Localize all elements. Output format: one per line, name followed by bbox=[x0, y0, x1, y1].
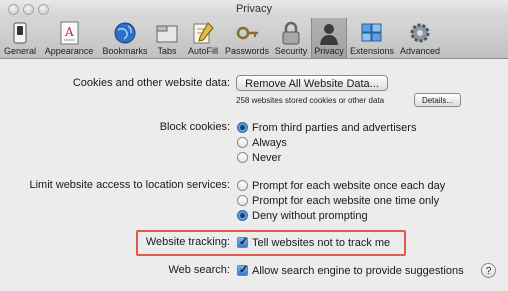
tab-label: Passwords bbox=[224, 46, 269, 56]
stored-cookies-note: 258 websites stored cookies or other dat… bbox=[236, 96, 385, 105]
security-lock-icon bbox=[282, 21, 300, 45]
help-button[interactable]: ? bbox=[481, 263, 496, 278]
tab-advanced[interactable]: Advanced bbox=[397, 18, 443, 58]
appearance-font-icon: A bbox=[60, 21, 79, 45]
tab-label: Bookmarks bbox=[102, 46, 148, 56]
tab-label: Extensions bbox=[349, 46, 395, 56]
title-bar: Privacy bbox=[0, 0, 508, 18]
tab-extensions[interactable]: Extensions bbox=[349, 18, 395, 58]
checkbox-checked[interactable]: ✓ bbox=[237, 264, 249, 276]
checkmark-icon: ✓ bbox=[239, 236, 249, 248]
tab-autofill[interactable]: AutoFill bbox=[184, 18, 222, 58]
block-cookies-label: Block cookies: bbox=[159, 121, 230, 133]
details-button[interactable]: Details... bbox=[414, 93, 461, 107]
option-label: Never bbox=[252, 152, 282, 164]
option-label: Prompt for each website once each day bbox=[252, 180, 446, 192]
option-label: Always bbox=[252, 137, 287, 149]
tab-general[interactable]: General bbox=[2, 18, 38, 58]
privacy-silhouette-icon bbox=[320, 24, 338, 45]
tab-appearance[interactable]: A Appearance bbox=[40, 18, 98, 58]
checkbox-checked[interactable]: ✓ bbox=[237, 236, 249, 248]
tab-label: AutoFill bbox=[187, 46, 218, 56]
bookmarks-globe-icon bbox=[114, 22, 136, 44]
radio-button[interactable] bbox=[237, 137, 248, 148]
tab-label: General bbox=[3, 46, 37, 56]
tab-passwords[interactable]: Passwords bbox=[224, 18, 270, 58]
tab-privacy[interactable]: Privacy bbox=[311, 18, 347, 58]
general-switch-icon bbox=[13, 22, 27, 44]
tab-label: Appearance bbox=[44, 46, 94, 56]
autofill-pencil-icon bbox=[193, 22, 214, 44]
tab-label: Advanced bbox=[399, 46, 441, 56]
tab-bookmarks[interactable]: Bookmarks bbox=[100, 18, 150, 58]
website-tracking-label: Website tracking: bbox=[145, 236, 230, 248]
tabs-icon bbox=[156, 25, 178, 43]
option-label: Tell websites not to track me bbox=[252, 237, 391, 249]
tab-label: Security bbox=[274, 46, 308, 56]
radio-button-selected[interactable] bbox=[237, 210, 248, 221]
remove-all-website-data-button[interactable]: Remove All Website Data... bbox=[236, 75, 388, 91]
tab-label: Tabs bbox=[157, 46, 177, 56]
tab-label: Privacy bbox=[314, 46, 344, 56]
option-label: Allow search engine to provide suggestio… bbox=[252, 265, 464, 277]
option-label: Prompt for each website one time only bbox=[252, 195, 440, 207]
radio-button[interactable] bbox=[237, 180, 248, 191]
cookies-label: Cookies and other website data: bbox=[72, 77, 230, 89]
option-label: From third parties and advertisers bbox=[252, 122, 417, 134]
checkmark-icon: ✓ bbox=[239, 264, 249, 276]
web-search-label: Web search: bbox=[168, 264, 230, 276]
window-title: Privacy bbox=[235, 3, 273, 15]
radio-button[interactable] bbox=[237, 152, 248, 163]
tab-security[interactable]: Security bbox=[272, 18, 310, 58]
radio-button[interactable] bbox=[237, 195, 248, 206]
location-label: Limit website access to location service… bbox=[29, 179, 230, 191]
tab-tabs[interactable]: Tabs bbox=[152, 18, 182, 58]
radio-button-selected[interactable] bbox=[237, 122, 248, 133]
advanced-gear-icon bbox=[410, 23, 430, 43]
preferences-toolbar: General A Appearance Bookmarks Tabs Auto… bbox=[0, 18, 508, 59]
svg-text:A: A bbox=[64, 25, 74, 39]
option-label: Deny without prompting bbox=[252, 210, 368, 222]
extensions-puzzle-icon bbox=[361, 23, 382, 42]
preferences-window: Privacy General A Appearance Bookmarks T… bbox=[0, 0, 508, 291]
passwords-key-icon bbox=[236, 26, 258, 40]
